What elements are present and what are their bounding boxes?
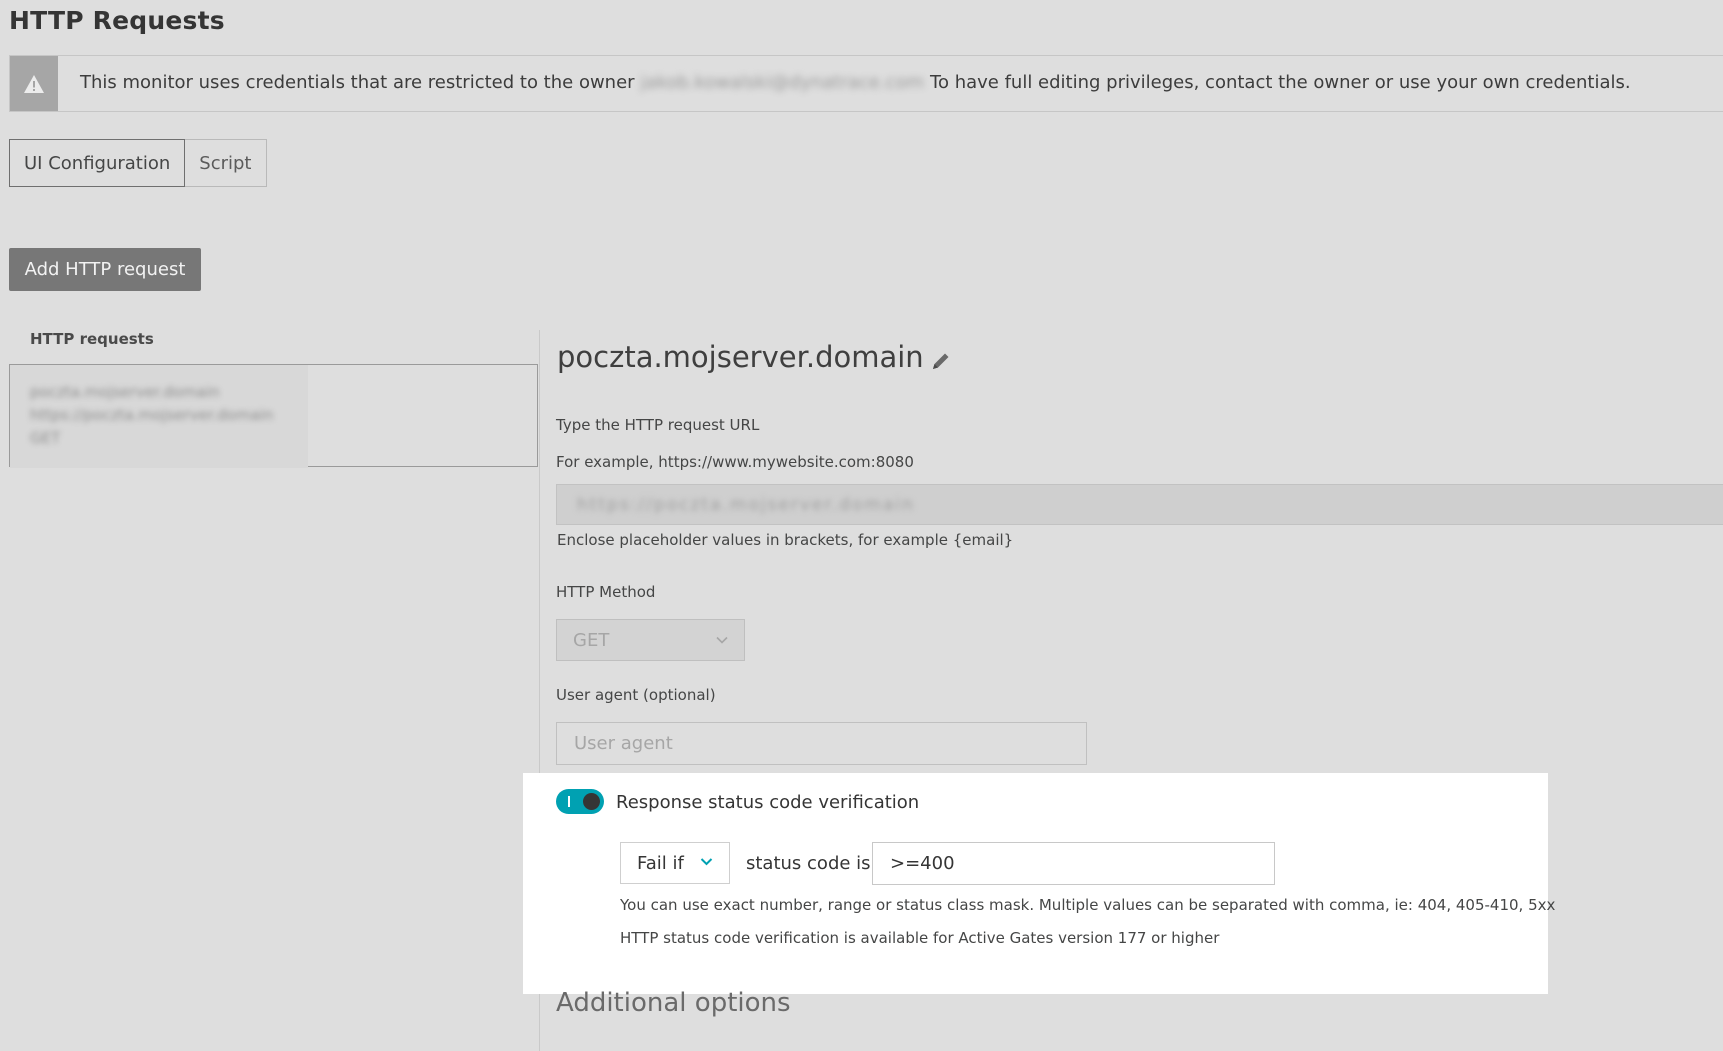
config-tabs: UI Configuration Script <box>9 139 267 187</box>
active-gate-version-hint: HTTP status code verification is availab… <box>620 929 1220 947</box>
tab-script[interactable]: Script <box>185 139 267 187</box>
http-requests-list-label: HTTP requests <box>30 330 154 348</box>
http-request-list-item[interactable]: poczta.mojserver.domain https://poczta.m… <box>9 364 538 468</box>
warning-triangle-icon <box>24 74 44 93</box>
request-url-input[interactable]: https://poczta.mojserver.domain <box>556 484 1723 525</box>
fail-condition-select[interactable]: Fail if <box>620 842 730 884</box>
url-field-hint: Enclose placeholder values in brackets, … <box>557 531 1014 549</box>
warning-icon-container <box>10 56 58 111</box>
request-item-url: https://poczta.mojserver.domain <box>30 406 274 424</box>
credentials-warning-banner: This monitor uses credentials that are r… <box>9 55 1723 112</box>
http-method-label: HTTP Method <box>556 583 656 601</box>
url-field-label: Type the HTTP request URL <box>556 416 760 434</box>
status-code-hint: You can use exact number, range or statu… <box>620 896 1556 914</box>
http-request-list-item-content: poczta.mojserver.domain https://poczta.m… <box>10 365 308 468</box>
status-verification-label: Response status code verification <box>616 792 920 813</box>
http-method-select[interactable]: GET <box>556 619 745 661</box>
chevron-down-icon <box>716 636 728 644</box>
request-item-method: GET <box>30 429 61 447</box>
request-name-text: poczta.mojserver.domain <box>557 340 924 374</box>
toggle-on-indicator <box>568 796 570 807</box>
request-item-name: poczta.mojserver.domain <box>30 383 220 401</box>
request-url-value-redacted: https://poczta.mojserver.domain <box>577 494 915 515</box>
request-name-heading: poczta.mojserver.domain <box>557 340 952 374</box>
toggle-knob <box>583 793 600 810</box>
page-title: HTTP Requests <box>9 6 225 35</box>
add-http-request-button[interactable]: Add HTTP request <box>9 248 201 291</box>
url-field-example: For example, https://www.mywebsite.com:8… <box>556 453 914 471</box>
edit-pencil-icon[interactable] <box>930 350 952 372</box>
warning-text-before: This monitor uses credentials that are r… <box>80 72 635 93</box>
user-agent-input[interactable] <box>556 722 1087 765</box>
status-code-verification-panel: Response status code verification Fail i… <box>523 773 1555 994</box>
additional-options-heading[interactable]: Additional options <box>556 988 791 1018</box>
chevron-down-icon <box>700 858 713 866</box>
user-agent-label: User agent (optional) <box>556 686 716 704</box>
owner-email-redacted: jakob.kowalski@dynatrace.com <box>640 72 925 93</box>
fail-condition-value: Fail if <box>637 852 684 874</box>
status-code-label: status code is <box>746 853 871 874</box>
warning-message: This monitor uses credentials that are r… <box>80 72 1631 93</box>
tab-ui-configuration[interactable]: UI Configuration <box>9 139 186 187</box>
status-verification-toggle[interactable] <box>556 789 604 814</box>
http-method-value: GET <box>573 629 610 651</box>
warning-text-after: To have full editing privileges, contact… <box>930 72 1631 93</box>
status-code-input[interactable] <box>872 842 1275 885</box>
